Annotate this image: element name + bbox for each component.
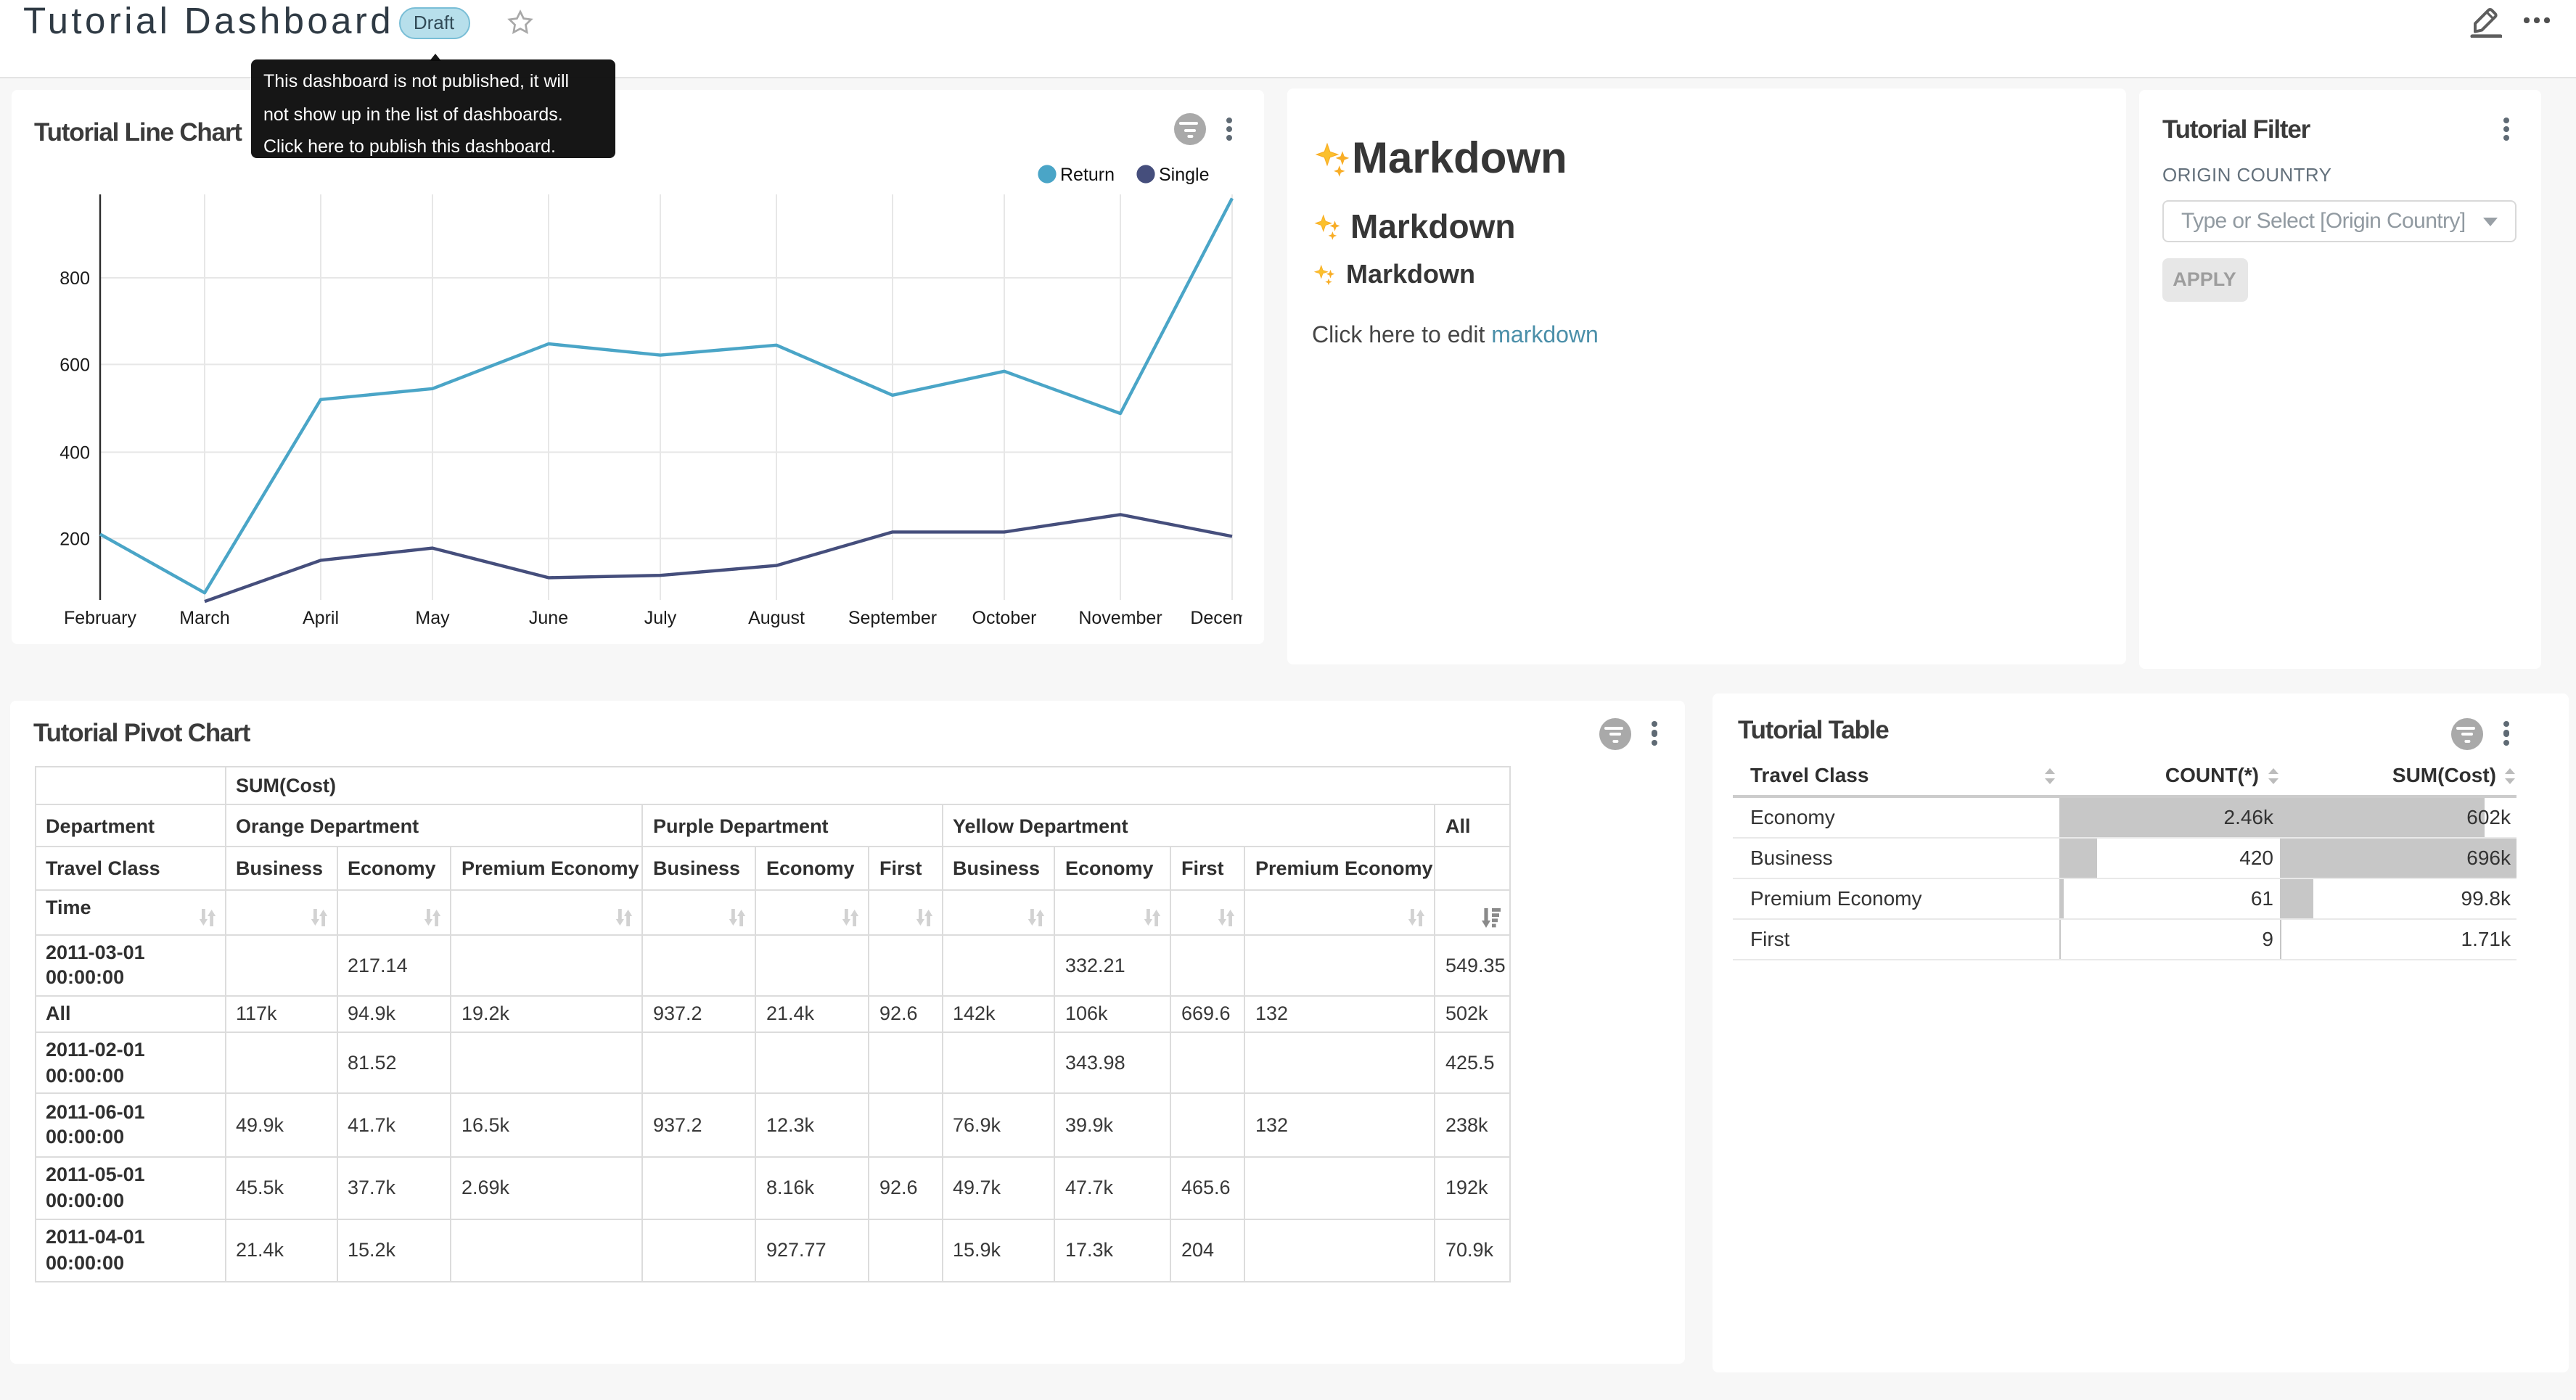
svg-text:December: December: [1190, 608, 1242, 628]
svg-text:600: 600: [60, 355, 90, 375]
svg-text:July: July: [644, 608, 677, 628]
svg-text:March: March: [179, 608, 229, 628]
svg-text:800: 800: [60, 268, 90, 289]
svg-text:September: September: [848, 608, 937, 628]
svg-text:November: November: [1078, 608, 1162, 628]
svg-text:April: April: [303, 608, 339, 628]
svg-text:February: February: [64, 608, 137, 628]
svg-text:Return: Return: [1060, 165, 1115, 185]
svg-text:June: June: [529, 608, 568, 628]
svg-text:August: August: [748, 608, 805, 628]
svg-text:400: 400: [60, 442, 90, 463]
svg-text:May: May: [415, 608, 450, 628]
svg-text:October: October: [972, 608, 1037, 628]
svg-text:200: 200: [60, 529, 90, 549]
svg-text:Single: Single: [1159, 165, 1210, 185]
